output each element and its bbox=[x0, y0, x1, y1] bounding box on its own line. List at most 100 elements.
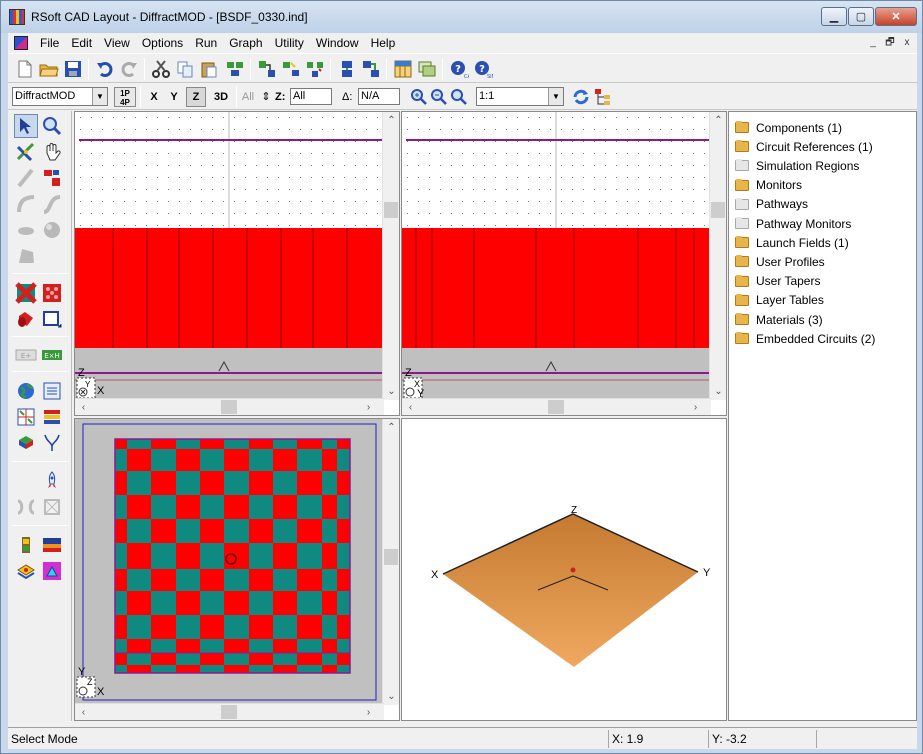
scroll-thumb[interactable] bbox=[548, 400, 564, 414]
globe-tool-button[interactable] bbox=[14, 379, 38, 403]
sunset-tool-button[interactable] bbox=[40, 533, 64, 557]
open-file-button[interactable] bbox=[38, 58, 60, 80]
select-tool-button[interactable] bbox=[14, 114, 38, 138]
grating-tool-button[interactable] bbox=[14, 281, 38, 305]
view-3d-button[interactable]: 3D bbox=[210, 87, 232, 107]
tree-item[interactable]: Simulation Regions bbox=[735, 156, 859, 175]
optimizer-tool-button[interactable] bbox=[14, 559, 38, 583]
scroll-up-icon[interactable]: ⌃ bbox=[383, 112, 399, 129]
mdi-restore-button[interactable]: 🗗 bbox=[883, 36, 897, 50]
new-file-button[interactable] bbox=[14, 58, 36, 80]
xz-vertical-scrollbar[interactable]: ⌃ ⌄ bbox=[382, 112, 399, 400]
scroll-up-icon[interactable]: ⌃ bbox=[383, 419, 399, 436]
scroll-right-icon[interactable]: › bbox=[360, 704, 377, 720]
component-tool-button[interactable] bbox=[40, 166, 64, 190]
scroll-left-icon[interactable]: ‹ bbox=[75, 704, 92, 720]
document-menu-icon[interactable] bbox=[14, 36, 28, 50]
scroll-right-icon[interactable]: › bbox=[687, 399, 704, 415]
title-bar[interactable]: RSoft CAD Layout - DiffractMOD - [BSDF_0… bbox=[1, 1, 922, 33]
tree-item[interactable]: Components (1) bbox=[735, 118, 842, 137]
redo-button[interactable] bbox=[118, 58, 140, 80]
yz-horizontal-scrollbar[interactable]: ‹ › bbox=[402, 398, 711, 415]
tree-item[interactable]: Launch Fields (1) bbox=[735, 233, 849, 252]
menu-utility[interactable]: Utility bbox=[269, 33, 310, 53]
cut-button[interactable] bbox=[150, 58, 172, 80]
tree-item[interactable]: Layer Tables bbox=[735, 291, 824, 310]
3d-view-canvas[interactable]: Z X Y bbox=[402, 419, 726, 720]
mirror-tool-button[interactable] bbox=[14, 495, 38, 519]
function-xyz-tool-button[interactable] bbox=[14, 431, 38, 455]
tile-horizontal-button[interactable] bbox=[360, 58, 382, 80]
document-tool-button[interactable] bbox=[40, 379, 64, 403]
tree-item[interactable]: Pathway Monitors bbox=[735, 214, 851, 233]
scroll-thumb[interactable] bbox=[384, 549, 398, 565]
mdi-minimize-button[interactable]: _ bbox=[866, 36, 880, 50]
scroll-down-icon[interactable]: ⌄ bbox=[383, 688, 399, 705]
periodic-array-tool-button[interactable] bbox=[40, 281, 64, 305]
view-z-button[interactable]: Z bbox=[186, 87, 206, 107]
menu-run[interactable]: Run bbox=[189, 33, 223, 53]
sphere-tool-button[interactable] bbox=[40, 218, 64, 242]
arc-tool-button[interactable] bbox=[14, 192, 38, 216]
symbol-table-button[interactable] bbox=[392, 58, 414, 80]
undo-button[interactable] bbox=[94, 58, 116, 80]
menu-options[interactable]: Options bbox=[136, 33, 189, 53]
xy-view-canvas[interactable]: Y X Z bbox=[75, 419, 384, 705]
copy-button[interactable] bbox=[174, 58, 196, 80]
xy-view-pane[interactable]: Y X Z ⌃ ⌄ ‹ › bbox=[74, 418, 400, 721]
align-button[interactable] bbox=[280, 58, 302, 80]
z-input[interactable]: All bbox=[290, 88, 332, 105]
scroll-left-icon[interactable]: ‹ bbox=[402, 399, 419, 415]
scroll-left-icon[interactable]: ‹ bbox=[75, 399, 92, 415]
layers-tool-button[interactable] bbox=[40, 405, 64, 429]
xy-horizontal-scrollbar[interactable]: ‹ › bbox=[75, 703, 384, 720]
rectangle-tool-button[interactable] bbox=[40, 307, 64, 331]
mode-solver-tool-button[interactable] bbox=[40, 559, 64, 583]
scroll-right-icon[interactable]: › bbox=[360, 399, 377, 415]
pan-tool-button[interactable] bbox=[40, 140, 64, 164]
zoom-in-button[interactable] bbox=[408, 86, 430, 108]
xz-horizontal-scrollbar[interactable]: ‹ › bbox=[75, 398, 384, 415]
paste-button[interactable] bbox=[198, 58, 220, 80]
program-select[interactable]: DiffractMOD ▼ bbox=[12, 87, 108, 106]
s-bend-tool-button[interactable] bbox=[40, 192, 64, 216]
delta-input[interactable]: N/A bbox=[358, 88, 400, 105]
zoom-tool-button[interactable] bbox=[40, 114, 64, 138]
scroll-thumb[interactable] bbox=[221, 400, 237, 414]
launch-tool-button[interactable] bbox=[40, 469, 64, 493]
menu-view[interactable]: View bbox=[98, 33, 136, 53]
cad-help-button[interactable]: ?CAD bbox=[448, 58, 470, 80]
menu-window[interactable]: Window bbox=[310, 33, 365, 53]
view-y-button[interactable]: Y bbox=[166, 87, 182, 107]
tree-item[interactable]: Materials (3) bbox=[735, 310, 823, 329]
3d-view-pane[interactable]: Z X Y bbox=[401, 418, 727, 721]
ellipse-tool-button[interactable] bbox=[14, 218, 38, 242]
yz-view-pane[interactable]: Z Y X ⌃ ⌄ ‹ › bbox=[401, 111, 727, 416]
layout-tool-button[interactable] bbox=[14, 405, 38, 429]
menu-edit[interactable]: Edit bbox=[65, 33, 98, 53]
tree-item[interactable]: Pathways bbox=[735, 195, 808, 214]
tree-item[interactable]: Circuit References (1) bbox=[735, 137, 873, 156]
refresh-button[interactable] bbox=[570, 86, 592, 108]
connect-button[interactable] bbox=[256, 58, 278, 80]
close-button[interactable]: ✕ bbox=[875, 7, 917, 26]
scroll-thumb[interactable] bbox=[711, 202, 725, 218]
menu-help[interactable]: Help bbox=[365, 33, 402, 53]
yz-vertical-scrollbar[interactable]: ⌃ ⌄ bbox=[709, 112, 726, 400]
menu-graph[interactable]: Graph bbox=[223, 33, 268, 53]
all-layers-button[interactable]: All bbox=[238, 87, 258, 107]
tree-item[interactable]: Monitors bbox=[735, 176, 802, 195]
maximize-button[interactable]: ▢ bbox=[848, 7, 874, 26]
tree-item[interactable]: User Profiles bbox=[735, 252, 825, 271]
exh-monitor-tool-button[interactable]: E×H bbox=[40, 343, 64, 367]
frame-tool-button[interactable] bbox=[40, 495, 64, 519]
waveguide-tool-button[interactable] bbox=[14, 533, 38, 557]
xz-view-pane[interactable]: Z X Y ⌃ ⌄ ‹ › bbox=[74, 111, 400, 416]
save-button[interactable] bbox=[62, 58, 84, 80]
view-x-button[interactable]: X bbox=[146, 87, 162, 107]
mdi-close-button[interactable]: x bbox=[900, 36, 914, 50]
xy-vertical-scrollbar[interactable]: ⌃ ⌄ bbox=[382, 419, 399, 705]
tree-item[interactable]: Embedded Circuits (2) bbox=[735, 329, 875, 348]
hierarchy-button[interactable] bbox=[592, 86, 614, 108]
display-settings-button[interactable] bbox=[416, 58, 438, 80]
